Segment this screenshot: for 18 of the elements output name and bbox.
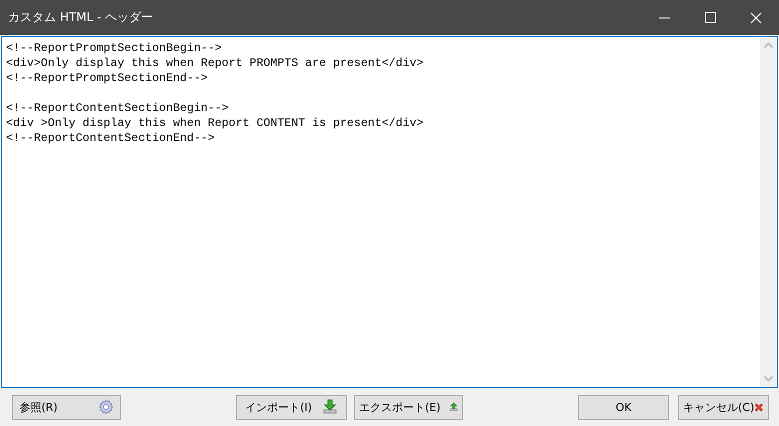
import-button[interactable]: インポート(I) bbox=[236, 394, 347, 420]
window-title: カスタム HTML - ヘッダー bbox=[8, 9, 154, 26]
code-line: <!--ReportContentSectionBegin--> bbox=[6, 101, 230, 116]
ok-button[interactable]: OK bbox=[578, 394, 669, 420]
code-line: <!--ReportPromptSectionEnd--> bbox=[6, 71, 209, 86]
code-line: <div>Only display this when Report PROMPTS are present</div> bbox=[6, 56, 424, 71]
export-button[interactable]: エクスポート(E) bbox=[354, 394, 463, 420]
gear-button[interactable]: 参照(R) bbox=[12, 394, 121, 420]
cancel-button[interactable]: キャンセル(C) bbox=[678, 394, 769, 420]
close-icon[interactable] bbox=[750, 12, 762, 24]
code-line: <!--ReportPromptSectionBegin--> bbox=[6, 41, 223, 56]
maximize-icon[interactable] bbox=[704, 12, 716, 23]
gear-icon bbox=[98, 399, 114, 415]
tray-down-arrow-icon bbox=[322, 399, 338, 415]
code-line: <div >Only display this when Report CONTENT is present</div> bbox=[6, 116, 424, 131]
scrollbar[interactable] bbox=[760, 37, 777, 387]
code-line: <!--ReportContentSectionEnd--> bbox=[6, 131, 216, 146]
minimize-icon[interactable] bbox=[658, 16, 670, 18]
